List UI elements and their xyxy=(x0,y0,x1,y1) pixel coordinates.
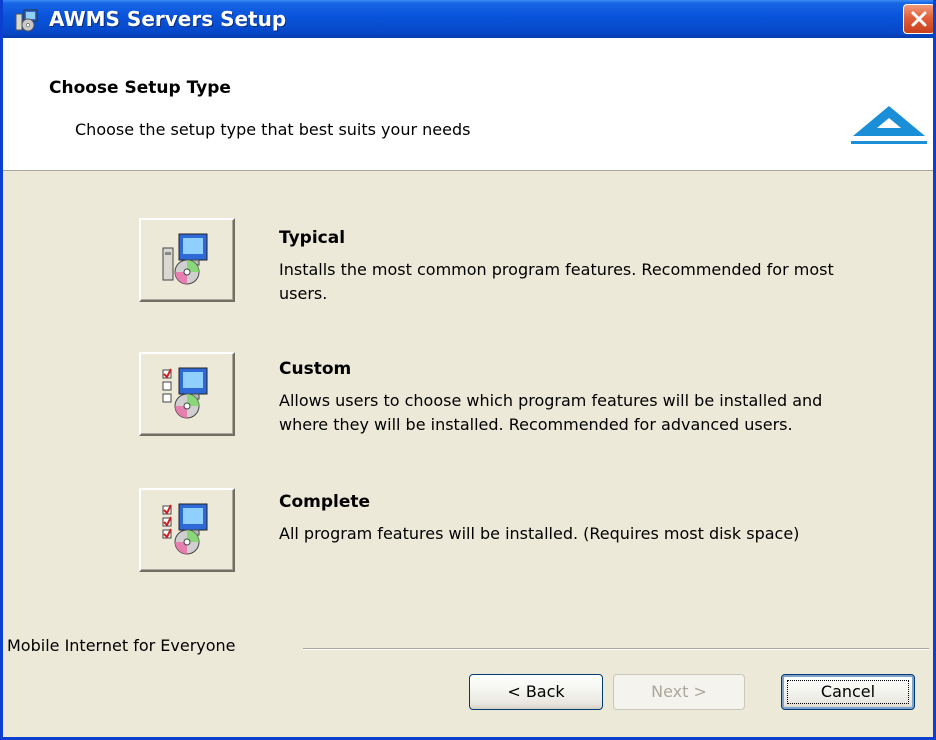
next-button[interactable]: Next > xyxy=(613,674,745,710)
typical-title: Typical xyxy=(279,228,346,248)
page-subtitle: Choose the setup type that best suits yo… xyxy=(75,120,471,139)
page-title: Choose Setup Type xyxy=(49,78,231,98)
close-icon xyxy=(911,11,927,27)
custom-setup-icon xyxy=(159,364,215,424)
complete-setup-icon xyxy=(159,500,215,560)
typical-setup-icon xyxy=(159,230,215,290)
complete-button[interactable] xyxy=(139,488,235,572)
custom-description: Allows users to choose which program fea… xyxy=(279,391,823,434)
awms-logo xyxy=(847,104,931,146)
window-title: AWMS Servers Setup xyxy=(49,7,287,31)
back-button[interactable]: < Back xyxy=(469,674,603,710)
header-banner: Choose Setup Type Choose the setup type … xyxy=(3,38,933,171)
custom-button[interactable] xyxy=(139,352,235,436)
typical-button[interactable] xyxy=(139,218,235,302)
typical-description: Installs the most common program feature… xyxy=(279,260,834,303)
installer-icon xyxy=(15,8,39,32)
focus-rectangle xyxy=(787,680,909,704)
footer-divider xyxy=(303,648,929,650)
close-button[interactable] xyxy=(903,4,933,34)
setup-window: AWMS Servers Setup Choose Setup Type Cho… xyxy=(0,0,936,740)
complete-title: Complete xyxy=(279,492,371,512)
custom-title: Custom xyxy=(279,359,352,379)
complete-description: All program features will be installed. … xyxy=(279,524,800,543)
title-bar[interactable]: AWMS Servers Setup xyxy=(3,0,933,38)
branding-text: Mobile Internet for Everyone xyxy=(7,636,246,655)
cancel-button[interactable]: Cancel xyxy=(781,674,915,710)
